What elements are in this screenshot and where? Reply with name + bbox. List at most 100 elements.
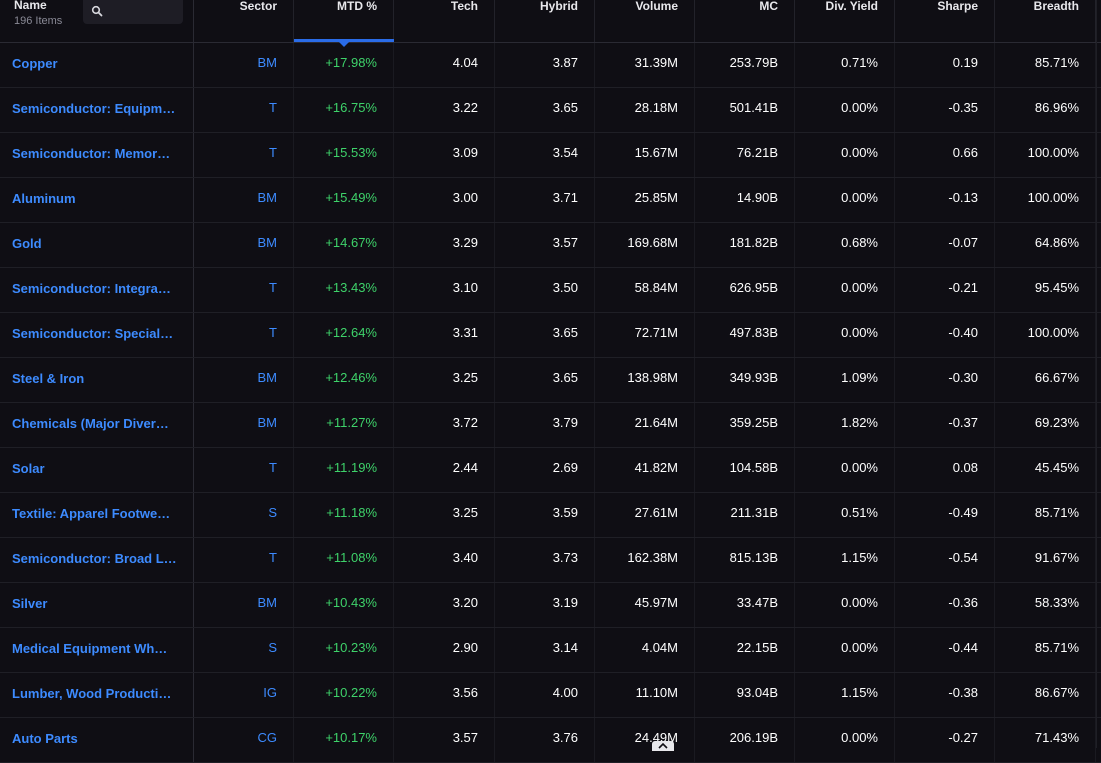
industry-name-link[interactable]: Semiconductor: Special… [0, 313, 194, 357]
industry-name-link[interactable]: Aluminum [0, 178, 194, 222]
industry-name-link[interactable]: Auto Parts [0, 718, 194, 762]
hybrid-value: 4.00 [495, 673, 595, 717]
sharpe-value: -0.35 [895, 88, 995, 132]
sector-link[interactable]: BM [194, 583, 294, 627]
industry-name-link[interactable]: Textile: Apparel Footwe… [0, 493, 194, 537]
volume-value: 15.67M [595, 133, 695, 177]
table-row[interactable]: Copper BM +17.98% 4.04 3.87 31.39M 253.79B 0.71… [0, 43, 1101, 88]
mtd-value: +10.17% [294, 718, 394, 762]
column-header-mtd[interactable]: MTD % [294, 0, 394, 42]
breadth-value: 71.43% [995, 718, 1096, 762]
column-header-div-yield[interactable]: Div. Yield [795, 0, 895, 42]
column-header-breadth[interactable]: Breadth [995, 0, 1096, 42]
mc-value: 33.47B [695, 583, 795, 627]
sector-link[interactable]: T [194, 538, 294, 582]
column-header-tech[interactable]: Tech [394, 0, 495, 42]
table-row[interactable]: Medical Equipment Wh… S +10.23% 2.90 3.14 4.0… [0, 628, 1101, 673]
column-header-hybrid[interactable]: Hybrid [495, 0, 595, 42]
sector-link[interactable]: T [194, 268, 294, 312]
breadth-value: 85.71% [995, 493, 1096, 537]
tech-value: 3.10 [394, 268, 495, 312]
div-yield-value: 0.00% [795, 448, 895, 492]
sector-link[interactable]: T [194, 88, 294, 132]
table-row[interactable]: Aluminum BM +15.49% 3.00 3.71 25.85M 14.90B 0.0… [0, 178, 1101, 223]
table-row[interactable]: Semiconductor: Equipm… T +16.75% 3.22 3.65 28… [0, 88, 1101, 133]
industry-table: Name 196 Items Sector MTD % Tech Hybrid … [0, 0, 1101, 763]
column-header-sector[interactable]: Sector [194, 0, 294, 42]
industry-name-link[interactable]: Solar [0, 448, 194, 492]
table-row[interactable]: Chemicals (Major Diver… BM +11.27% 3.72 3.79… [0, 403, 1101, 448]
sector-link[interactable]: BM [194, 178, 294, 222]
table-row[interactable]: Solar T +11.19% 2.44 2.69 41.82M 104.58B 0.00% 0… [0, 448, 1101, 493]
mc-value: 626.95B [695, 268, 795, 312]
column-header-volume[interactable]: Volume [595, 0, 695, 42]
industry-name-link[interactable]: Semiconductor: Equipm… [0, 88, 194, 132]
sector-link[interactable]: BM [194, 358, 294, 402]
volume-value: 41.82M [595, 448, 695, 492]
scrollbar-track[interactable] [1096, 0, 1101, 748]
table-row[interactable]: Silver BM +10.43% 3.20 3.19 45.97M 33.47B 0.00%… [0, 583, 1101, 628]
tech-value: 3.40 [394, 538, 495, 582]
table-row[interactable]: Lumber, Wood Producti… IG +10.22% 3.56 4.00 1… [0, 673, 1101, 718]
tech-value: 3.29 [394, 223, 495, 267]
tech-value: 3.72 [394, 403, 495, 447]
table-row[interactable]: Gold BM +14.67% 3.29 3.57 169.68M 181.82B 0.68%… [0, 223, 1101, 268]
mtd-value: +11.18% [294, 493, 394, 537]
sector-link[interactable]: S [194, 628, 294, 672]
industry-name-link[interactable]: Medical Equipment Wh… [0, 628, 194, 672]
mc-value: 206.19B [695, 718, 795, 762]
industry-name-link[interactable]: Chemicals (Major Diver… [0, 403, 194, 447]
industry-name-link[interactable]: Semiconductor: Integra… [0, 268, 194, 312]
table-row[interactable]: Semiconductor: Memor… T +15.53% 3.09 3.54 15.… [0, 133, 1101, 178]
sector-link[interactable]: S [194, 493, 294, 537]
scroll-up-button[interactable] [652, 741, 674, 751]
table-row[interactable]: Textile: Apparel Footwe… S +11.18% 3.25 3.59… [0, 493, 1101, 538]
table-row[interactable]: Semiconductor: Broad L… T +11.08% 3.40 3.73 1… [0, 538, 1101, 583]
table-row[interactable]: Semiconductor: Special… T +12.64% 3.31 3.65 7… [0, 313, 1101, 358]
column-header-mc[interactable]: MC [695, 0, 795, 42]
industry-name-link[interactable]: Silver [0, 583, 194, 627]
industry-name-link[interactable]: Semiconductor: Memor… [0, 133, 194, 177]
div-yield-value: 0.51% [795, 493, 895, 537]
sharpe-value: -0.36 [895, 583, 995, 627]
sharpe-value: -0.38 [895, 673, 995, 717]
div-yield-value: 0.00% [795, 313, 895, 357]
breadth-value: 85.71% [995, 43, 1096, 87]
mc-value: 253.79B [695, 43, 795, 87]
industry-name-link[interactable]: Semiconductor: Broad L… [0, 538, 194, 582]
breadth-value: 86.67% [995, 673, 1096, 717]
industry-name-link[interactable]: Steel & Iron [0, 358, 194, 402]
sector-link[interactable]: CG [194, 718, 294, 762]
industry-name-link[interactable]: Lumber, Wood Producti… [0, 673, 194, 717]
volume-value: 11.10M [595, 673, 695, 717]
mc-value: 815.13B [695, 538, 795, 582]
sector-link[interactable]: T [194, 133, 294, 177]
industry-name-link[interactable]: Gold [0, 223, 194, 267]
sector-link[interactable]: T [194, 313, 294, 357]
breadth-value: 85.71% [995, 628, 1096, 672]
name-column-header[interactable]: Name 196 Items [0, 0, 194, 42]
sharpe-value: 0.66 [895, 133, 995, 177]
volume-value: 72.71M [595, 313, 695, 357]
table-row[interactable]: Semiconductor: Integra… T +13.43% 3.10 3.50 5… [0, 268, 1101, 313]
industry-name-link[interactable]: Copper [0, 43, 194, 87]
mtd-value: +17.98% [294, 43, 394, 87]
div-yield-value: 0.00% [795, 178, 895, 222]
table-row[interactable]: Steel & Iron BM +12.46% 3.25 3.65 138.98M 349.… [0, 358, 1101, 403]
mc-value: 211.31B [695, 493, 795, 537]
sector-link[interactable]: T [194, 448, 294, 492]
volume-value: 27.61M [595, 493, 695, 537]
breadth-value: 95.45% [995, 268, 1096, 312]
table-row[interactable]: Auto Parts CG +10.17% 3.57 3.76 24.49M 206.19B… [0, 718, 1101, 763]
sector-link[interactable]: BM [194, 403, 294, 447]
volume-value: 138.98M [595, 358, 695, 402]
search-input[interactable] [83, 0, 183, 24]
sector-link[interactable]: BM [194, 43, 294, 87]
column-header-sharpe[interactable]: Sharpe [895, 0, 995, 42]
mtd-value: +11.08% [294, 538, 394, 582]
sector-link[interactable]: BM [194, 223, 294, 267]
sector-link[interactable]: IG [194, 673, 294, 717]
volume-value: 25.85M [595, 178, 695, 222]
tech-value: 3.31 [394, 313, 495, 357]
hybrid-value: 3.65 [495, 358, 595, 402]
